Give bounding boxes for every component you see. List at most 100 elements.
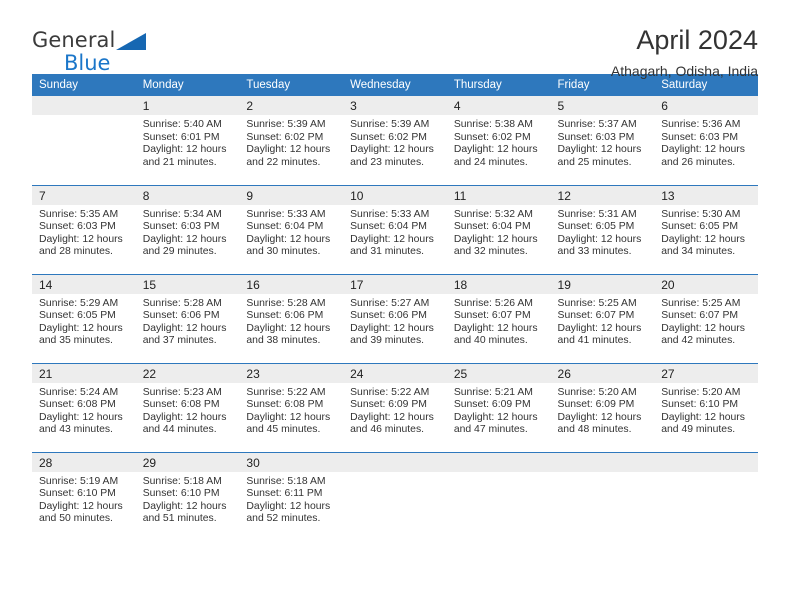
day-number: 13 <box>654 185 758 205</box>
sunrise-time: Sunrise: 5:32 AM <box>453 208 533 220</box>
sunset-time: Sunset: 6:07 PM <box>661 310 739 322</box>
day-number: 12 <box>550 185 655 205</box>
day-sun-info: Sunrise: 5:25 AM Sunset: 6:07 PM Daylight:… <box>654 294 758 348</box>
sunrise-time: Sunrise: 5:26 AM <box>453 297 533 309</box>
calendar-day-cell[interactable]: 7 Sunrise: 5:35 AM Sunset: 6:03 PM Daylight… <box>32 184 136 274</box>
weekday-header-wednesday: Wednesday <box>343 74 447 96</box>
daylight-duration-line2: and 49 minutes. <box>661 424 736 436</box>
calendar-day-cell-empty <box>550 451 655 541</box>
calendar-day-cell[interactable]: 18 Sunrise: 5:26 AM Sunset: 6:07 PM Dayligh… <box>446 273 551 363</box>
day-number: 8 <box>135 185 240 205</box>
daylight-duration-line1: Daylight: 12 hours <box>246 411 331 423</box>
sunrise-time: Sunrise: 5:18 AM <box>142 475 222 487</box>
day-number: 16 <box>239 274 344 294</box>
calendar-day-cell[interactable]: 11 Sunrise: 5:32 AM Sunset: 6:04 PM Dayligh… <box>446 184 551 274</box>
calendar-day-cell[interactable]: 29 Sunrise: 5:18 AM Sunset: 6:10 PM Dayligh… <box>135 451 240 541</box>
sunrise-time: Sunrise: 5:23 AM <box>142 386 222 398</box>
daylight-duration-line2: and 47 minutes. <box>453 424 528 436</box>
calendar-day-cell[interactable]: 17 Sunrise: 5:27 AM Sunset: 6:06 PM Dayligh… <box>343 273 447 363</box>
calendar-day-cell[interactable]: 20 Sunrise: 5:25 AM Sunset: 6:07 PM Dayligh… <box>654 273 758 363</box>
calendar-day-cell[interactable]: 25 Sunrise: 5:21 AM Sunset: 6:09 PM Dayligh… <box>446 362 551 452</box>
day-number: 5 <box>550 96 655 115</box>
logo-top-row: General <box>32 28 232 51</box>
daylight-duration-line1: Daylight: 12 hours <box>661 411 745 423</box>
calendar-day-cell[interactable]: 2 Sunrise: 5:39 AM Sunset: 6:02 PM Daylight… <box>239 96 344 185</box>
calendar-day-cell[interactable]: 24 Sunrise: 5:22 AM Sunset: 6:09 PM Dayligh… <box>343 362 447 452</box>
calendar-page: General Blue April 2024 Athagarh, Odisha… <box>0 0 792 612</box>
calendar-day-cell[interactable]: 6 Sunrise: 5:36 AM Sunset: 6:03 PM Daylight… <box>654 96 758 185</box>
calendar-day-cell[interactable]: 8 Sunrise: 5:34 AM Sunset: 6:03 PM Daylight… <box>135 184 240 274</box>
daylight-duration-line1: Daylight: 12 hours <box>453 322 538 334</box>
calendar-week-row: 7 Sunrise: 5:35 AM Sunset: 6:03 PM Daylight… <box>32 184 758 274</box>
daylight-duration-line1: Daylight: 12 hours <box>246 322 331 334</box>
daylight-duration-line2: and 41 minutes. <box>557 335 632 347</box>
day-sun-info: Sunrise: 5:33 AM Sunset: 6:04 PM Daylight:… <box>343 205 447 259</box>
sunset-time: Sunset: 6:02 PM <box>350 131 427 143</box>
sunrise-time: Sunrise: 5:39 AM <box>246 119 326 130</box>
calendar-day-cell[interactable]: 1 Sunrise: 5:40 AM Sunset: 6:01 PM Daylight… <box>135 96 240 185</box>
calendar-day-cell[interactable]: 5 Sunrise: 5:37 AM Sunset: 6:03 PM Daylight… <box>550 96 655 185</box>
sunset-time: Sunset: 6:03 PM <box>557 131 635 143</box>
calendar-week-row: 28 Sunrise: 5:19 AM Sunset: 6:10 PM Dayligh… <box>32 451 758 541</box>
daylight-duration-line2: and 34 minutes. <box>661 246 736 258</box>
sunset-time: Sunset: 6:01 PM <box>142 131 220 143</box>
calendar-week-row: 1 Sunrise: 5:40 AM Sunset: 6:01 PM Daylight… <box>32 96 758 185</box>
title-block: April 2024 Athagarh, Odisha, India <box>611 24 758 81</box>
sunrise-time: Sunrise: 5:22 AM <box>350 386 430 398</box>
calendar-day-cell[interactable]: 28 Sunrise: 5:19 AM Sunset: 6:10 PM Dayligh… <box>32 451 136 541</box>
calendar-day-cell[interactable]: 27 Sunrise: 5:20 AM Sunset: 6:10 PM Dayligh… <box>654 362 758 452</box>
sunrise-time: Sunrise: 5:27 AM <box>350 297 430 309</box>
daylight-duration-line2: and 51 minutes. <box>142 513 217 525</box>
daylight-duration-line1: Daylight: 12 hours <box>350 144 434 156</box>
calendar-day-cell[interactable]: 26 Sunrise: 5:20 AM Sunset: 6:09 PM Dayligh… <box>550 362 655 452</box>
sunset-time: Sunset: 6:11 PM <box>246 488 323 500</box>
sunrise-time: Sunrise: 5:40 AM <box>142 119 222 130</box>
day-sun-info: Sunrise: 5:22 AM Sunset: 6:08 PM Daylight:… <box>239 383 343 437</box>
sunset-time: Sunset: 6:03 PM <box>39 221 116 233</box>
calendar-day-cell[interactable]: 9 Sunrise: 5:33 AM Sunset: 6:04 PM Daylight… <box>239 184 344 274</box>
calendar-day-cell[interactable]: 19 Sunrise: 5:25 AM Sunset: 6:07 PM Dayligh… <box>550 273 655 363</box>
daylight-duration-line2: and 35 minutes. <box>39 335 113 347</box>
daylight-duration-line1: Daylight: 12 hours <box>246 233 331 245</box>
calendar-day-cell[interactable]: 22 Sunrise: 5:23 AM Sunset: 6:08 PM Dayligh… <box>135 362 240 452</box>
daylight-duration-line1: Daylight: 12 hours <box>453 233 538 245</box>
daylight-duration-line1: Daylight: 12 hours <box>142 144 227 156</box>
day-sun-info: Sunrise: 5:26 AM Sunset: 6:07 PM Daylight:… <box>447 294 551 348</box>
daylight-duration-line2: and 26 minutes. <box>661 156 736 168</box>
daylight-duration-line1: Daylight: 12 hours <box>142 411 227 423</box>
daylight-duration-line1: Daylight: 12 hours <box>557 144 642 156</box>
day-number: 18 <box>446 274 551 294</box>
sunset-time: Sunset: 6:07 PM <box>557 310 635 322</box>
calendar-day-cell[interactable]: 16 Sunrise: 5:28 AM Sunset: 6:06 PM Dayligh… <box>239 273 344 363</box>
day-number: 10 <box>343 185 447 205</box>
calendar-day-cell[interactable]: 30 Sunrise: 5:18 AM Sunset: 6:11 PM Dayligh… <box>239 451 344 541</box>
daylight-duration-line2: and 21 minutes. <box>142 156 217 168</box>
calendar-day-cell[interactable]: 4 Sunrise: 5:38 AM Sunset: 6:02 PM Daylight… <box>446 96 551 185</box>
daylight-duration-line2: and 52 minutes. <box>246 513 321 525</box>
sunrise-time: Sunrise: 5:29 AM <box>39 297 119 309</box>
calendar-day-cell[interactable]: 10 Sunrise: 5:33 AM Sunset: 6:04 PM Dayligh… <box>343 184 447 274</box>
calendar-day-cell-empty <box>32 96 136 185</box>
sunset-time: Sunset: 6:10 PM <box>39 488 116 500</box>
sunrise-time: Sunrise: 5:28 AM <box>142 297 222 309</box>
day-number: 19 <box>550 274 655 294</box>
daylight-duration-line1: Daylight: 12 hours <box>453 144 538 156</box>
daylight-duration-line2: and 37 minutes. <box>142 335 217 347</box>
day-number: 7 <box>32 185 136 205</box>
calendar-day-cell[interactable]: 13 Sunrise: 5:30 AM Sunset: 6:05 PM Dayligh… <box>654 184 758 274</box>
day-sun-info: Sunrise: 5:38 AM Sunset: 6:02 PM Daylight:… <box>447 115 551 169</box>
calendar-day-cell[interactable]: 12 Sunrise: 5:31 AM Sunset: 6:05 PM Dayligh… <box>550 184 655 274</box>
calendar-day-cell[interactable]: 3 Sunrise: 5:39 AM Sunset: 6:02 PM Daylight… <box>343 96 447 185</box>
general-blue-logo: General Blue <box>32 28 232 78</box>
calendar-day-cell[interactable]: 23 Sunrise: 5:22 AM Sunset: 6:08 PM Dayligh… <box>239 362 344 452</box>
logo-triangle-icon <box>116 33 147 50</box>
sunset-time: Sunset: 6:09 PM <box>350 399 427 411</box>
daylight-duration-line1: Daylight: 12 hours <box>350 233 434 245</box>
sunrise-time: Sunrise: 5:19 AM <box>39 475 119 487</box>
day-number <box>446 452 551 472</box>
calendar-day-cell[interactable]: 15 Sunrise: 5:28 AM Sunset: 6:06 PM Dayligh… <box>135 273 240 363</box>
day-number: 11 <box>446 185 551 205</box>
calendar-day-cell[interactable]: 14 Sunrise: 5:29 AM Sunset: 6:05 PM Dayligh… <box>32 273 136 363</box>
calendar-day-cell[interactable]: 21 Sunrise: 5:24 AM Sunset: 6:08 PM Dayligh… <box>32 362 136 452</box>
day-sun-info: Sunrise: 5:19 AM Sunset: 6:10 PM Daylight:… <box>32 472 136 526</box>
